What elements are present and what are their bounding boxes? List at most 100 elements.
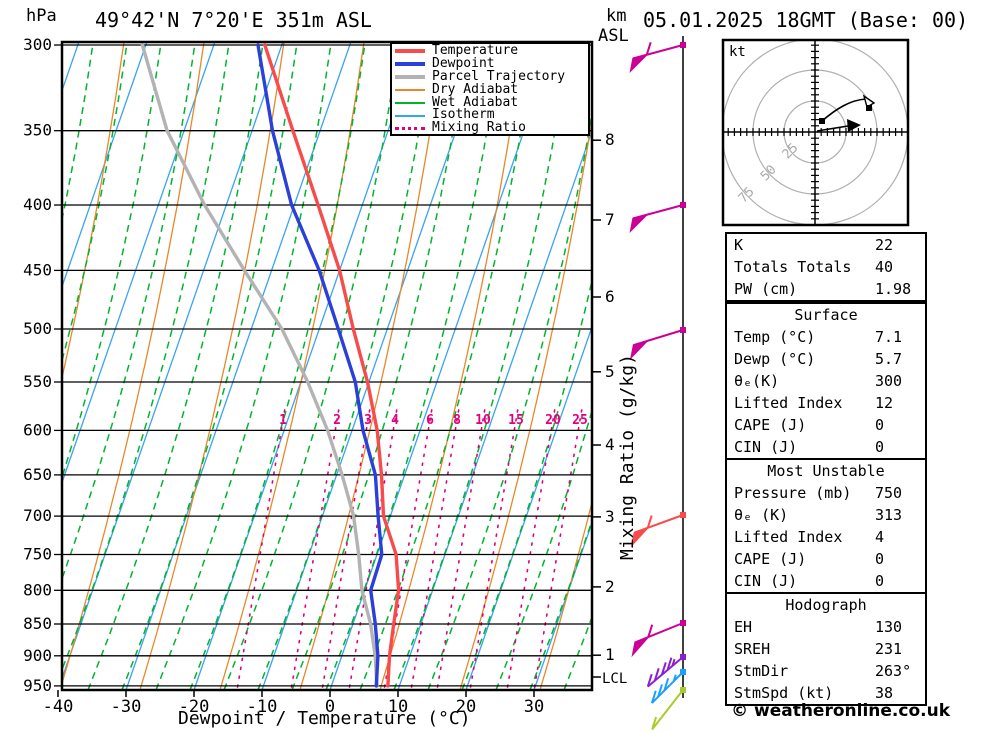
- mixing-ratio-tick-label: 20: [545, 413, 561, 428]
- km-unit-label: km: [606, 6, 627, 26]
- table-row-value: 12: [875, 394, 894, 412]
- pressure-tick-label: 850: [23, 614, 52, 633]
- legend-item-label: Mixing Ratio: [432, 120, 526, 136]
- table-row-label: Lifted Index: [734, 394, 843, 412]
- table-row-label: Dewp (°C): [734, 350, 816, 368]
- table-title: Most Unstable: [767, 462, 885, 480]
- legend-item: Mixing Ratio: [395, 120, 588, 136]
- table-row: CAPE (J) 0: [727, 548, 925, 570]
- legend-line-sample: [395, 114, 425, 117]
- table-row: CAPE (J) 0: [727, 414, 925, 436]
- table-row: Lifted Index 4: [727, 526, 925, 548]
- pressure-tick-label: 950: [23, 676, 52, 695]
- legend-line-sample: [395, 102, 425, 104]
- pressure-tick-label: 400: [23, 195, 52, 214]
- wind-barb: [630, 512, 686, 548]
- pressure-tick-label: 700: [23, 506, 52, 525]
- pressure-tick-label: 550: [23, 372, 52, 391]
- asl-label: ASL: [598, 26, 629, 46]
- table-row: PW (cm) 1.98: [727, 278, 925, 300]
- mixing-ratio-tick-label: 3: [364, 413, 372, 428]
- legend-line-sample: [395, 49, 425, 54]
- mixing-ratio-tick-label: 2: [333, 413, 341, 428]
- table-row-label: Totals Totals: [734, 258, 852, 276]
- mixing-ratio-tick-label: 4: [391, 413, 399, 428]
- legend-line-sample: [395, 75, 425, 80]
- table-row-label: CIN (J): [734, 438, 798, 456]
- table-row: θₑ (K) 313: [727, 504, 925, 526]
- temp-tick-label: 30: [524, 697, 544, 717]
- table-row-value: 5.7: [875, 350, 903, 368]
- table-row: StmDir 263°: [727, 660, 925, 682]
- km-tick-label: 6: [605, 287, 615, 306]
- table-row-value: 0: [875, 572, 885, 590]
- table-row-label: θₑ(K): [734, 372, 780, 390]
- indices-table: Surface Temp (°C) 7.1 Dewp (°C) 5.7 θₑ(K) 300 L…: [725, 302, 927, 460]
- table-row: CIN (J) 0: [727, 570, 925, 592]
- km-tick-label: 4: [605, 435, 615, 454]
- indices-table: K 22 Totals Totals 40 PW (cm) 1.98: [725, 232, 927, 302]
- table-row-label: K: [734, 236, 744, 254]
- table-row-value: 7.1: [875, 328, 903, 346]
- pressure-tick-label: 900: [23, 646, 52, 665]
- mixing-ratio-tick-label: 6: [426, 413, 434, 428]
- station-title: 49°42'N 7°20'E 351m ASL: [95, 8, 372, 32]
- km-tick-label: 5: [605, 362, 615, 381]
- table-title: Hodograph: [785, 596, 867, 614]
- pressure-tick-label: 500: [23, 319, 52, 338]
- pressure-tick-label: 650: [23, 465, 52, 484]
- table-row-value: 263°: [875, 662, 912, 680]
- wind-barb: [629, 327, 686, 360]
- table-row-value: 4: [875, 528, 885, 546]
- pressure-tick-label: 300: [23, 35, 52, 54]
- table-row-label: CIN (J): [734, 572, 798, 590]
- pressure-tick-label: 800: [23, 580, 52, 599]
- legend-line-sample: [395, 127, 425, 131]
- pressure-unit-label: hPa: [26, 6, 57, 26]
- x-axis-title: Dewpoint / Temperature (°C): [178, 708, 471, 729]
- table-row: Temp (°C) 7.1: [727, 326, 925, 348]
- table-row-value: 750: [875, 484, 903, 502]
- km-tick-label: 1: [605, 645, 615, 664]
- km-tick-label: 3: [605, 507, 615, 526]
- table-row-label: CAPE (J): [734, 550, 807, 568]
- table-row-label: StmDir: [734, 662, 789, 680]
- km-tick-label: 2: [605, 577, 615, 596]
- mixing-ratio-axis-title: Mixing Ratio (g/kg): [617, 354, 638, 560]
- pressure-tick-label: 750: [23, 544, 52, 563]
- table-row-value: 313: [875, 506, 903, 524]
- table-row-value: 0: [875, 550, 885, 568]
- wind-barb: [631, 620, 686, 658]
- table-row: Dewp (°C) 5.7: [727, 348, 925, 370]
- mixing-ratio-tick-label: 8: [453, 413, 461, 428]
- table-row-label: StmSpd (kt): [734, 684, 834, 702]
- table-row-label: EH: [734, 618, 753, 636]
- table-row-label: SREH: [734, 640, 771, 658]
- wind-barb: [651, 687, 686, 731]
- copyright: © weatheronline.co.uk: [731, 701, 950, 721]
- temp-tick-label: -40: [43, 697, 74, 717]
- table-row: Totals Totals 40: [727, 256, 925, 278]
- datetime-label: 05.01.2025 18GMT (Base: 00): [643, 8, 969, 32]
- mixing-ratio-tick-label: 15: [508, 413, 524, 428]
- pressure-tick-label: 350: [23, 121, 52, 140]
- table-row-label: Pressure (mb): [734, 484, 852, 502]
- table-row-label: PW (cm): [734, 280, 798, 298]
- table-title: Surface: [794, 306, 858, 324]
- table-row-value: 22: [875, 236, 894, 254]
- pressure-tick-label: 600: [23, 420, 52, 439]
- skewt-sounding-page: 300 350 400 450 500 550 600 650 700 750 800 850 900 9…: [0, 0, 1000, 733]
- table-row-value: 130: [875, 618, 903, 636]
- table-row: K 22: [727, 234, 925, 256]
- km-tick-label: 8: [605, 130, 615, 149]
- legend-line-sample: [395, 62, 425, 67]
- table-row-value: 0: [875, 438, 885, 456]
- lcl-label: LCL: [602, 671, 628, 687]
- table-row: Pressure (mb) 750: [727, 482, 925, 504]
- plot-border: [60, 40, 594, 692]
- legend-line-sample: [395, 89, 425, 92]
- mixing-ratio-tick-label: 1: [279, 413, 287, 428]
- temp-tick-label: -30: [111, 697, 142, 717]
- hodograph-unit-label: kt: [729, 44, 746, 60]
- table-row-value: 231: [875, 640, 903, 658]
